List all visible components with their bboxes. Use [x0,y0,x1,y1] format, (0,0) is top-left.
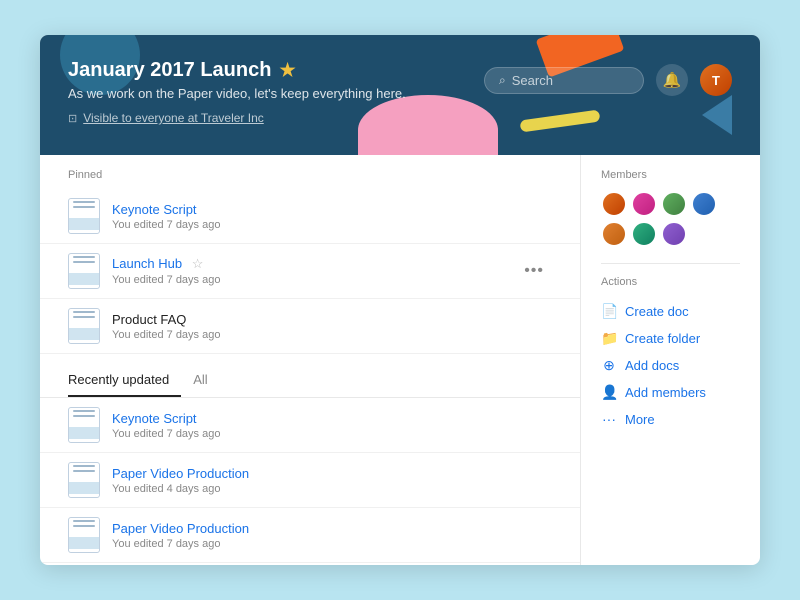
app-window: January 2017 Launch ★ As we work on the … [40,35,760,565]
content-area: Pinned Keynote Script You edited 7 days … [40,155,760,565]
doc-meta-r1: You edited 4 days ago [112,483,552,495]
member-avatar-2[interactable] [661,191,687,217]
doc-meta-r0: You edited 7 days ago [112,428,552,440]
tabs-row: Recently updated All [40,354,580,398]
doc-meta-2: You edited 7 days ago [112,329,552,341]
user-avatar[interactable]: T [700,64,732,96]
doc-icon-r1 [68,462,100,498]
title-star[interactable]: ★ [279,60,295,81]
pinned-item-2[interactable]: Product FAQ You edited 7 days ago [40,299,580,354]
action-create-folder[interactable]: 📁 Create folder [601,325,740,352]
header-title-group: January 2017 Launch ★ As we work on the … [68,59,406,101]
doc-title-1: Launch Hub ☆ [112,256,516,272]
pinned-item-1[interactable]: Launch Hub ☆ You edited 7 days ago ••• [40,244,580,299]
recent-item-1[interactable]: Paper Video Production You edited 4 days… [40,453,580,508]
doc-meta-r2: You edited 7 days ago [112,538,552,550]
action-create-doc[interactable]: 📄 Create doc [601,298,740,325]
action-add-docs[interactable]: ⊕ Add docs [601,352,740,379]
add-members-label: Add members [625,385,706,400]
header-title: January 2017 Launch ★ [68,59,406,82]
doc-icon-1 [68,253,100,289]
doc-title-r2: Paper Video Production [112,521,552,536]
doc-info-1: Launch Hub ☆ You edited 7 days ago [112,256,516,286]
member-avatar-0[interactable] [601,191,627,217]
search-icon: ⌕ [499,73,506,88]
members-label: Members [601,169,740,181]
doc-info-r1: Paper Video Production You edited 4 days… [112,466,552,495]
add-docs-icon: ⊕ [601,357,617,374]
recent-item-2[interactable]: Paper Video Production You edited 7 days… [40,508,580,563]
doc-title-2: Product FAQ [112,312,552,327]
header-subtitle: As we work on the Paper video, let's kee… [68,86,406,101]
doc-info-r0: Keynote Script You edited 7 days ago [112,411,552,440]
visibility-text[interactable]: Visible to everyone at Traveler Inc [83,111,264,125]
more-label: More [625,412,655,427]
divider [601,263,740,264]
tab-all[interactable]: All [181,366,219,397]
member-avatar-1[interactable] [631,191,657,217]
action-more[interactable]: ··· More [601,406,740,432]
doc-info-r2: Paper Video Production You edited 7 days… [112,521,552,550]
doc-info-2: Product FAQ You edited 7 days ago [112,312,552,341]
main-panel: Pinned Keynote Script You edited 7 days … [40,155,580,565]
member-avatar-3[interactable] [691,191,717,217]
header-top: January 2017 Launch ★ As we work on the … [68,59,732,101]
create-doc-icon: 📄 [601,303,617,320]
more-icon: ··· [601,411,617,427]
member-avatar-6[interactable] [661,221,687,247]
pinned-item-0[interactable]: Keynote Script You edited 7 days ago [40,189,580,244]
doc-meta-1: You edited 7 days ago [112,274,516,286]
add-docs-label: Add docs [625,358,679,373]
recent-item-0[interactable]: Keynote Script You edited 7 days ago [40,398,580,453]
title-text: January 2017 Launch [68,59,271,82]
actions-label: Actions [601,276,740,288]
member-avatar-5[interactable] [631,221,657,247]
action-add-members[interactable]: 👤 Add members [601,379,740,406]
add-members-icon: 👤 [601,384,617,401]
doc-title-0: Keynote Script [112,202,552,217]
header-right: ⌕ Search 🔔 T [484,64,732,96]
doc-title-text-1: Launch Hub [112,256,182,271]
doc-meta-0: You edited 7 days ago [112,219,552,231]
visibility-row: ⊡ Visible to everyone at Traveler Inc [68,111,732,125]
create-folder-label: Create folder [625,331,700,346]
search-bar[interactable]: ⌕ Search [484,67,644,94]
sidebar: Members Actions 📄 Create doc 📁 Create fo… [580,155,760,565]
doc-star-1[interactable]: ☆ [192,256,204,271]
doc-icon-2 [68,308,100,344]
doc-icon-0 [68,198,100,234]
decor-pink [358,95,498,155]
bell-icon: 🔔 [663,71,682,89]
doc-info-0: Keynote Script You edited 7 days ago [112,202,552,231]
doc-icon-r2 [68,517,100,553]
avatar-initials: T [712,73,720,88]
create-doc-label: Create doc [625,304,689,319]
create-folder-icon: 📁 [601,330,617,347]
bell-button[interactable]: 🔔 [656,64,688,96]
pinned-label: Pinned [40,155,580,189]
member-avatar-4[interactable] [601,221,627,247]
doc-more-button-1[interactable]: ••• [516,258,552,284]
search-placeholder-text: Search [512,73,553,88]
header: January 2017 Launch ★ As we work on the … [40,35,760,155]
doc-title-r0: Keynote Script [112,411,552,426]
doc-icon-r0 [68,407,100,443]
doc-title-r1: Paper Video Production [112,466,552,481]
members-row [601,191,740,247]
tab-recently-updated[interactable]: Recently updated [68,366,181,397]
visibility-icon: ⊡ [68,112,77,125]
